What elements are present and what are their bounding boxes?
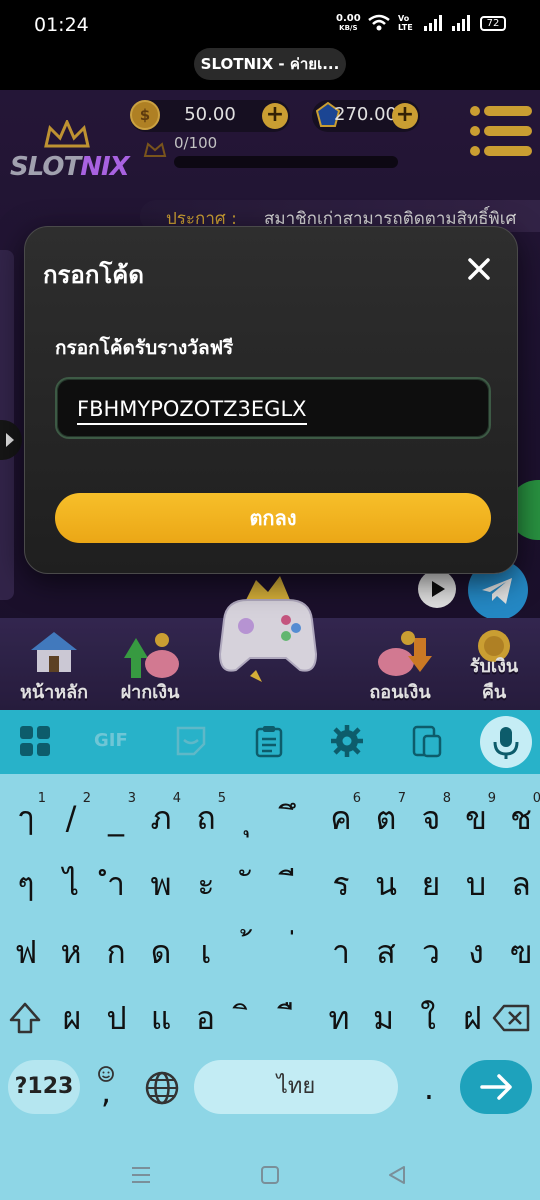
page-title-pill[interactable]: SLOTNIX - ค่ายเ... — [194, 48, 346, 80]
signal-icon — [424, 15, 442, 31]
backspace-icon — [492, 1004, 530, 1032]
symbols-key[interactable]: ?123 — [8, 1060, 80, 1114]
volte-icon: Vo LTE — [398, 14, 413, 32]
status-icons: Vo LTE 72 — [368, 14, 506, 32]
signal-icon-2 — [452, 15, 470, 31]
globe-icon — [145, 1071, 179, 1105]
home-icon[interactable] — [259, 1164, 281, 1186]
translate-icon[interactable] — [410, 724, 444, 758]
apps-icon[interactable] — [18, 724, 52, 758]
language-key[interactable] — [136, 1058, 188, 1118]
settings-icon[interactable] — [330, 724, 364, 758]
shift-icon — [9, 1002, 41, 1034]
backspace-key[interactable] — [488, 988, 538, 1048]
arrow-right-icon — [480, 1074, 512, 1100]
back-icon[interactable] — [386, 1164, 408, 1186]
code-input-value: FBHMYPOZOTZ3EGLX — [77, 397, 307, 425]
dialog-title: กรอกโค้ด — [43, 261, 144, 289]
browser-bar: SLOTNIX - ค่ายเ... — [0, 48, 540, 90]
space-key[interactable]: ไทย — [194, 1060, 398, 1114]
key[interactable]: ล — [495, 854, 540, 914]
status-bar: 01:24 0.00 KB/S Vo LTE 72 — [0, 0, 540, 48]
redeem-code-dialog: กรอกโค้ด กรอกโค้ดรับรางวัลฟรี FBHMYPOZOT… — [24, 226, 518, 574]
wifi-icon — [368, 14, 390, 31]
sticker-icon[interactable] — [174, 724, 208, 758]
mic-button[interactable] — [480, 716, 532, 768]
network-speed: 0.00 KB/S — [336, 13, 361, 33]
recents-icon[interactable] — [130, 1164, 152, 1186]
system-nav-bar — [0, 1150, 540, 1200]
clipboard-icon[interactable] — [252, 724, 286, 758]
period-key[interactable]: . — [404, 1058, 454, 1118]
emoji-comma-key[interactable]: , — [82, 1058, 130, 1118]
code-field-label: กรอกโค้ดรับรางวัลฟรี — [55, 337, 234, 359]
screen: { "status_bar": { "time": "01:24", "net_… — [0, 0, 540, 1200]
gif-icon[interactable]: GIF — [94, 724, 134, 758]
code-input[interactable]: FBHMYPOZOTZ3EGLX — [55, 377, 491, 439]
keyboard-toolbar: GIF — [0, 710, 540, 774]
key[interactable]: ฃ — [495, 922, 540, 982]
status-time: 01:24 — [34, 14, 89, 36]
close-icon[interactable] — [463, 253, 495, 285]
shift-key[interactable] — [0, 988, 50, 1048]
confirm-button[interactable]: ตกลง — [55, 493, 491, 543]
key-hint: 0 — [532, 791, 540, 806]
battery-icon: 72 — [480, 15, 506, 31]
key[interactable]: ช0 — [495, 788, 540, 848]
enter-key[interactable] — [460, 1060, 532, 1114]
thai-keyboard: ๅ1/2_3ภ4ถ5ุึค6ต7จ8ข9ช0 ๆไำพะัีรนยบล ฟหกด… — [0, 774, 540, 1200]
mic-icon — [493, 727, 519, 759]
